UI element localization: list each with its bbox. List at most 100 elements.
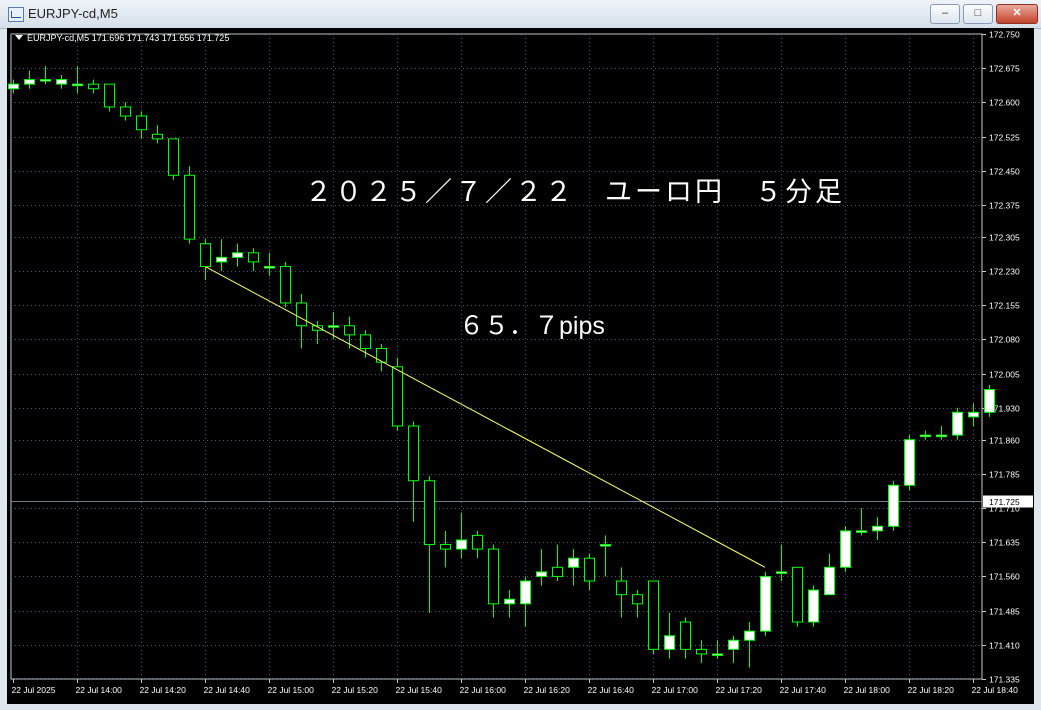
maximize-button[interactable]: □ — [963, 4, 993, 24]
price-axis-label: 171.335 — [989, 675, 1020, 685]
time-axis-label: 22 Jul 2025 — [12, 685, 56, 695]
close-button[interactable]: ✕ — [996, 4, 1038, 24]
candle-body — [152, 133, 163, 140]
candle-body — [104, 83, 115, 108]
candle-body — [664, 635, 675, 650]
time-axis-label: 22 Jul 17:40 — [780, 685, 827, 695]
candle-body — [856, 530, 867, 533]
candle-body — [280, 265, 291, 304]
candle-body — [456, 539, 467, 550]
candle-body — [344, 325, 355, 336]
terminal-window: EURJPY-cd,M5 – □ ✕ 172.750 172.675 172.600… — [0, 0, 1041, 710]
candle-body — [40, 79, 51, 82]
candle-body — [216, 256, 227, 263]
candle-body — [840, 530, 851, 568]
time-axis-label: 22 Jul 16:40 — [588, 685, 635, 695]
time-axis-label: 22 Jul 16:00 — [460, 685, 507, 695]
candle-body — [184, 174, 195, 240]
candle-body — [872, 525, 883, 532]
symbol-info-text: EURJPY-cd,M5 171.696 171.743 171.656 171… — [27, 33, 230, 43]
price-axis-label: 171.635 — [989, 538, 1020, 548]
price-axis-label: 171.485 — [989, 607, 1020, 617]
candle-body — [232, 252, 243, 258]
annotation-title[interactable]: ２０２５／７／２２ ユーロ円 ５分足 — [305, 177, 845, 207]
price-axis-label: 172.305 — [989, 233, 1020, 243]
price-axis-label: 171.410 — [989, 641, 1020, 651]
price-axis-label: 172.375 — [989, 201, 1020, 211]
candle-body — [360, 334, 371, 350]
candle-body — [472, 534, 483, 550]
candle-body — [776, 571, 787, 574]
candle-body — [808, 589, 819, 623]
time-axis-label: 22 Jul 17:00 — [652, 685, 699, 695]
candle-body — [120, 106, 131, 117]
candle-body — [568, 557, 579, 568]
dropdown-triangle-icon[interactable] — [15, 35, 23, 40]
candle-body — [72, 83, 83, 87]
candle-body — [392, 366, 403, 427]
price-axis-label: 172.005 — [989, 370, 1020, 380]
candle-body — [440, 544, 451, 550]
candle-body — [888, 484, 899, 527]
candle-body — [248, 252, 259, 263]
time-axis-label: 22 Jul 14:40 — [204, 685, 251, 695]
candle-body — [328, 325, 339, 328]
candle-body — [792, 566, 803, 623]
symbol-info: EURJPY-cd,M5 171.696 171.743 171.656 171… — [15, 33, 229, 43]
price-axis-label: 172.450 — [989, 167, 1020, 177]
candle-body — [24, 79, 35, 85]
time-axis-label: 22 Jul 18:00 — [844, 685, 891, 695]
candle-body — [904, 439, 915, 486]
candle-body — [952, 411, 963, 436]
price-axis-label: 171.560 — [989, 572, 1020, 582]
price-axis-label: 171.785 — [989, 470, 1020, 480]
candle-body — [968, 411, 979, 418]
candle-body — [504, 598, 515, 605]
candle-body — [88, 83, 99, 90]
price-axis-label: 172.750 — [989, 30, 1020, 40]
current-price-label: 171.725 — [989, 497, 1020, 507]
minimize-button[interactable]: – — [930, 4, 960, 24]
candle-body — [376, 348, 387, 363]
candle-body — [984, 389, 995, 413]
candle-body — [696, 648, 707, 655]
annotation-pips[interactable]: ６５．７pips — [459, 312, 605, 340]
time-axis-label: 22 Jul 17:20 — [716, 685, 763, 695]
chart-canvas[interactable]: 172.750 172.675 172.600 172.525 172.450 172.3… — [7, 28, 1034, 704]
price-chart[interactable]: 172.750 172.675 172.600 172.525 172.450 172.3… — [7, 28, 1034, 704]
time-axis-label: 22 Jul 15:20 — [332, 685, 379, 695]
time-axis-label: 22 Jul 18:20 — [908, 685, 955, 695]
candle-body — [824, 566, 835, 596]
time-axis-label: 22 Jul 16:20 — [524, 685, 571, 695]
title-bar[interactable]: EURJPY-cd,M5 – □ ✕ — [0, 0, 1041, 29]
price-axis-label: 172.675 — [989, 64, 1020, 74]
candle-body — [296, 302, 307, 327]
candle-body — [552, 566, 563, 577]
candle-body — [408, 425, 419, 482]
candle-body — [680, 621, 691, 650]
candle-body — [136, 115, 147, 131]
candle-body — [632, 594, 643, 605]
candle-body — [536, 571, 547, 577]
candle-body — [728, 639, 739, 650]
window-title: EURJPY-cd,M5 — [28, 6, 118, 21]
chart-window-icon — [8, 7, 24, 22]
candle-body — [520, 580, 531, 605]
time-axis-label: 22 Jul 15:40 — [396, 685, 443, 695]
candle-body — [584, 557, 595, 582]
candle-body — [488, 548, 499, 605]
time-axis-label: 22 Jul 14:20 — [140, 685, 187, 695]
candle-body — [920, 434, 931, 438]
candle-body — [56, 79, 67, 85]
time-axis-label: 22 Jul 18:40 — [972, 685, 1019, 695]
candle-body — [8, 83, 19, 90]
candle-body — [712, 653, 723, 656]
candle-body — [648, 580, 659, 650]
candle-body — [744, 630, 755, 641]
candle-body — [424, 480, 435, 546]
time-axis-label: 22 Jul 14:00 — [76, 685, 123, 695]
candle-body — [200, 243, 211, 267]
candle-body — [264, 265, 275, 269]
time-axis-label: 22 Jul 15:00 — [268, 685, 315, 695]
price-axis-label: 172.155 — [989, 301, 1020, 311]
